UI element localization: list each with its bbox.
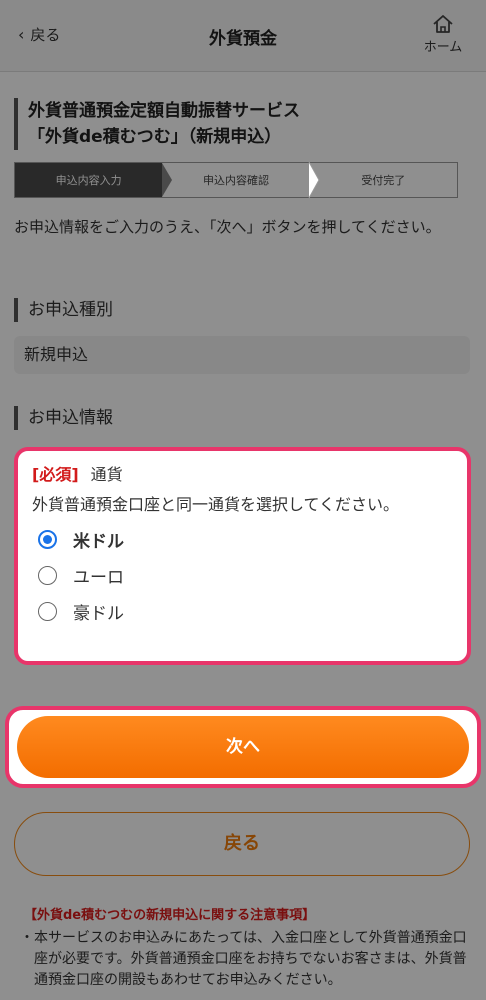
currency-label: 通貨 [90,465,123,484]
radio-aud[interactable]: 豪ドル [32,593,453,629]
step-arrow [308,162,320,198]
currency-field-label: [必須] 通貨 [32,463,453,487]
radio-eur-label: ユーロ [73,567,124,588]
required-badge: [必須] [32,465,79,484]
radio-checked-icon[interactable] [38,529,57,549]
radio-usd[interactable]: 米ドル [32,521,453,557]
radio-unchecked-icon[interactable] [38,601,57,621]
radio-aud-label: 豪ドル [73,603,124,624]
currency-note: 外貨普通預金口座と同一通貨を選択してください。 [32,495,400,514]
radio-usd-label: 米ドル [73,531,124,552]
currency-radio-group: 米ドル ユーロ 豪ドル [32,521,453,629]
next-button-highlight: 次へ [5,706,481,788]
next-button[interactable]: 次へ [17,716,469,778]
radio-eur[interactable]: ユーロ [32,557,453,593]
radio-unchecked-icon[interactable] [38,565,57,585]
step-arrow [162,163,173,197]
currency-selection-card: [必須] 通貨 外貨普通預金口座と同一通貨を選択してください。 米ドル ユーロ 豪… [14,447,471,665]
